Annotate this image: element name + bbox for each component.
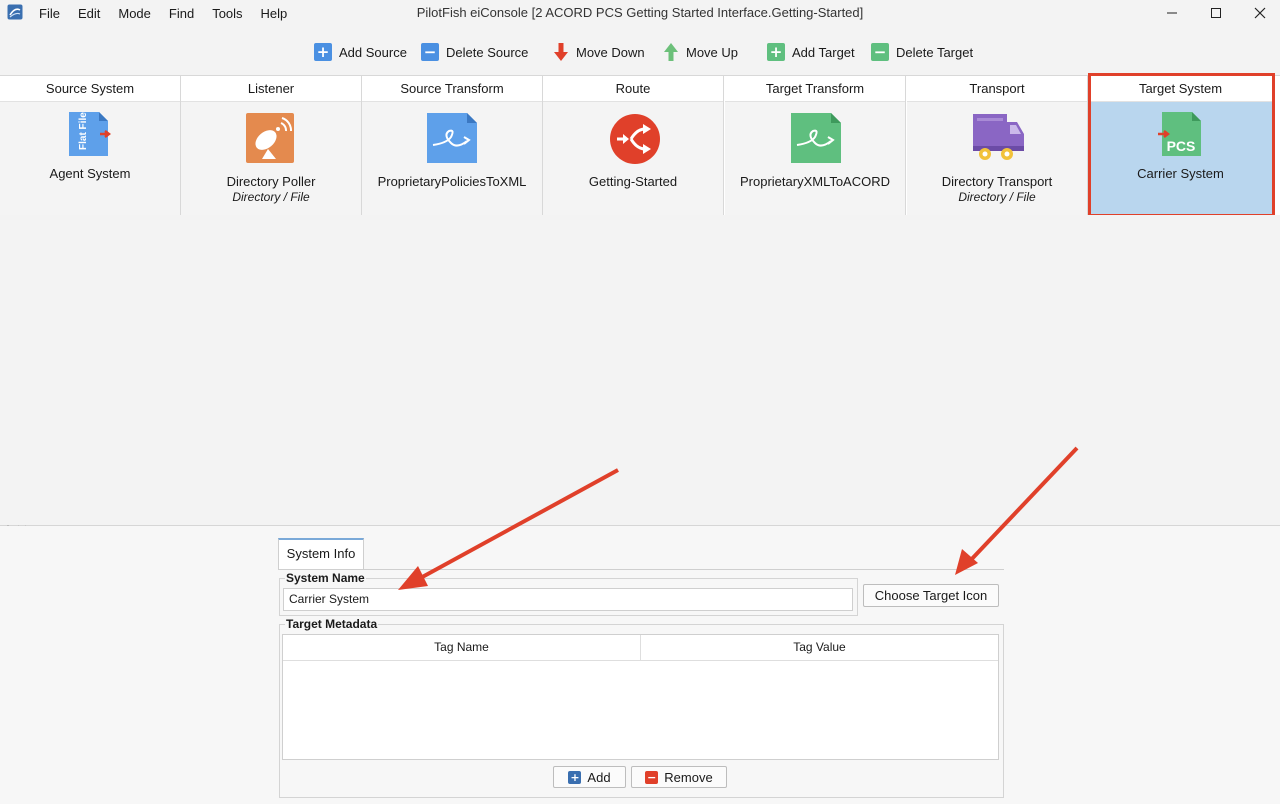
maximize-button[interactable] [1194,0,1238,26]
add-source-button[interactable]: + Add Source [314,38,407,66]
add-label: Add [587,769,611,785]
delete-target-label: Delete Target [896,44,974,60]
move-down-button[interactable]: Move Down [553,38,645,66]
minimize-icon [1167,12,1177,14]
stage-label: Getting-Started [588,174,678,189]
stage-transport[interactable]: Transport Directory Transport Directory … [907,76,1088,215]
arrow-up-icon [664,43,678,61]
add-button[interactable]: + Add [553,766,626,788]
stage-sublabel: Directory / File [232,190,310,204]
selection-highlight [1088,73,1275,217]
menu-file[interactable]: File [30,6,69,21]
move-down-label: Move Down [576,44,645,60]
stage-label: Directory Poller [226,174,316,189]
column-header-tag-name[interactable]: Tag Name [283,635,641,661]
canvas-area [0,215,1280,525]
menu-bar: File Edit Mode Find Tools Help [30,0,296,26]
add-target-label: Add Target [792,44,855,60]
tab-system-info[interactable]: System Info [278,538,364,569]
menu-tools[interactable]: Tools [203,6,251,21]
column-header-tag-value[interactable]: Tag Value [641,635,998,661]
flat-file-text: Flat File [78,112,89,150]
stage-header: Listener [181,76,361,102]
maximize-icon [1211,8,1221,18]
minimize-button[interactable] [1150,0,1194,26]
minus-icon: − [645,770,659,784]
delete-source-label: Delete Source [446,44,529,60]
add-source-label: Add Source [339,44,407,60]
transform-document-icon [427,113,477,163]
choose-target-icon-button[interactable]: Choose Target Icon [863,584,999,607]
route-shuffle-icon [610,114,660,164]
metadata-table[interactable]: Tag Name Tag Value [282,634,999,760]
tab-divider [278,569,1004,570]
stage-label: Directory Transport [941,174,1053,189]
menu-help[interactable]: Help [252,6,297,21]
stage-route[interactable]: Route Getting-Started [543,76,724,215]
delivery-truck-icon [973,114,1024,160]
minus-icon: − [871,43,889,61]
menu-edit[interactable]: Edit [69,6,109,21]
stage-source-system[interactable]: Source System Flat File Agent System [0,76,181,215]
stage-header: Transport [907,76,1087,102]
minus-icon: − [421,43,439,61]
stage-label: Agent System [49,166,131,181]
arrow-down-icon [554,43,568,61]
plus-icon: + [314,43,332,61]
plus-icon: + [767,43,785,61]
app-logo-icon [7,4,23,20]
move-up-button[interactable]: Move Up [663,38,738,66]
plus-icon: + [568,770,582,784]
target-metadata-label: Target Metadata [285,617,379,631]
satellite-dish-icon [246,113,294,163]
stage-header: Source Transform [362,76,542,102]
stage-label: ProprietaryXMLToACORD [739,174,891,189]
stage-listener[interactable]: Listener Directory Poller Directory / Fi… [181,76,362,215]
close-button[interactable] [1238,0,1280,26]
system-name-input[interactable]: Carrier System [283,588,853,611]
transform-document-icon [791,113,841,163]
stage-header: Source System [0,76,180,102]
move-up-label: Move Up [686,44,739,60]
add-target-button[interactable]: + Add Target [767,38,855,66]
stage-header: Target Transform [725,76,905,102]
title-bar: File Edit Mode Find Tools Help PilotFish… [0,0,1280,26]
stage-source-transform[interactable]: Source Transform ProprietaryPoliciesToXM… [362,76,543,215]
stage-label: ProprietaryPoliciesToXML [377,174,527,189]
close-icon [1254,7,1266,19]
delete-target-button[interactable]: − Delete Target [871,38,973,66]
stage-header: Route [543,76,723,102]
remove-label: Remove [664,769,713,785]
system-name-label: System Name [285,571,366,585]
menu-mode[interactable]: Mode [109,6,160,21]
flat-file-icon: Flat File [69,112,111,156]
toolbar: + Add Source − Delete Source Move Down M… [0,38,1280,66]
remove-button[interactable]: − Remove [631,766,727,788]
stage-sublabel: Directory / File [958,190,1036,204]
delete-source-button[interactable]: − Delete Source [421,38,528,66]
stage-target-transform[interactable]: Target Transform ProprietaryXMLToACORD [725,76,906,215]
menu-find[interactable]: Find [160,6,203,21]
